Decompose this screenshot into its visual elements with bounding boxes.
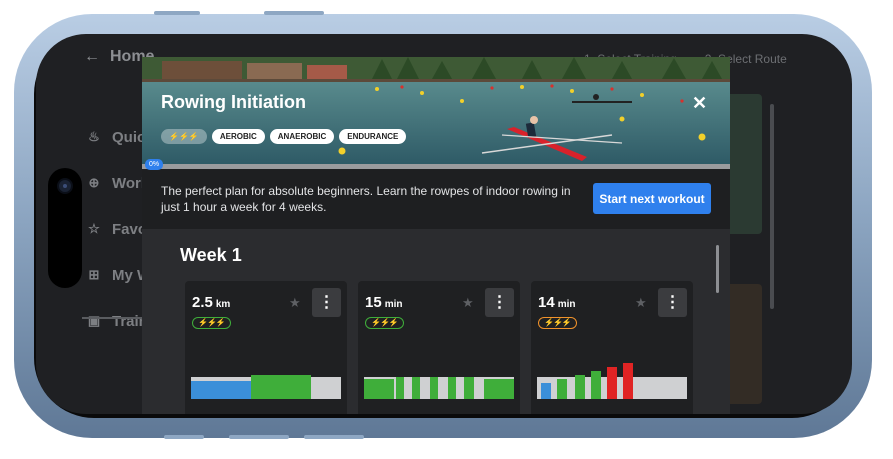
more-options-button[interactable]: ⋮: [658, 288, 687, 317]
intensity-badge: ⚡⚡⚡: [365, 317, 404, 329]
chart-segment: [591, 371, 601, 399]
chart-segment: [396, 377, 404, 399]
chart-segment: [607, 367, 617, 399]
workout-unit: km: [215, 299, 231, 310]
level-tag: ⚡⚡⚡: [161, 129, 207, 144]
more-options-button[interactable]: ⋮: [485, 288, 514, 317]
star-icon: ☆: [88, 221, 100, 236]
dynamic-island: [48, 168, 82, 288]
tag-anaerobic: ANAEROBIC: [269, 129, 335, 144]
workout-metric: 15 min: [365, 294, 402, 311]
workout-metric: 2.5 km: [192, 294, 230, 311]
background-scrollbar: [770, 104, 774, 309]
chart-segment: [623, 363, 633, 399]
tag-endurance: ENDURANCE: [339, 129, 407, 144]
intensity-badge: ⚡⚡⚡: [538, 317, 577, 329]
plan-modal: Rowing Initiation ✕ ⚡⚡⚡ AEROBIC ANAEROBI…: [142, 57, 730, 414]
background-card: [726, 284, 762, 404]
workout-profile-chart: [191, 375, 341, 399]
action-button: [264, 11, 324, 15]
plan-title: Rowing Initiation: [161, 92, 306, 112]
workout-value: 15: [365, 294, 382, 311]
scrollbar[interactable]: [716, 245, 719, 293]
favorite-star-icon[interactable]: ★: [635, 295, 647, 311]
workout-metric: 14 min: [538, 294, 575, 311]
back-arrow-icon[interactable]: ←: [84, 48, 100, 66]
chart-segment: [484, 379, 514, 399]
workout-profile-chart: [364, 377, 514, 399]
chart-segment: [575, 375, 585, 399]
plan-description: The perfect plan for absolute beginners.…: [161, 184, 571, 214]
side-button-2: [229, 435, 289, 439]
week-section: Week 1 2.5 km ⚡⚡⚡ ★ ⋮ 15 min ⚡⚡⚡ ★ ⋮ 14 …: [142, 229, 730, 414]
progress-percent-badge: 0%: [145, 159, 164, 170]
workout-value: 2.5: [192, 294, 213, 311]
chart-segment-warmup: [191, 381, 251, 399]
favorite-star-icon[interactable]: ★: [289, 295, 301, 311]
chart-segment: [541, 383, 551, 399]
flame-icon: ♨: [88, 129, 100, 144]
chart-segment: [412, 377, 420, 399]
start-next-workout-button[interactable]: Start next workout: [593, 183, 711, 214]
workout-unit: min: [384, 299, 403, 310]
chart-segment: [557, 379, 567, 399]
workout-profile-chart: [537, 363, 687, 399]
chart-segment-main: [251, 375, 311, 399]
tag-list: ⚡⚡⚡ AEROBIC ANAEROBIC ENDURANCE: [161, 129, 407, 144]
screen: ← Home 1. Select Training 2. Select Rout…: [36, 34, 852, 414]
workout-card[interactable]: 15 min ⚡⚡⚡ ★ ⋮: [358, 281, 520, 414]
side-button: [164, 435, 204, 439]
grid-icon: ⊞: [88, 267, 100, 282]
close-icon[interactable]: ✕: [692, 93, 707, 114]
chart-segment: [430, 377, 438, 399]
tag-aerobic: AEROBIC: [211, 129, 265, 144]
workout-value: 14: [538, 294, 555, 311]
camera-icon: [57, 178, 73, 194]
week-title: Week 1: [180, 245, 242, 265]
intensity-badge: ⚡⚡⚡: [192, 317, 231, 329]
calendar-icon: ▣: [87, 313, 101, 328]
dumbbell-icon: ⊕: [88, 175, 100, 190]
more-options-button[interactable]: ⋮: [312, 288, 341, 317]
chart-segment: [448, 377, 456, 399]
favorite-star-icon[interactable]: ★: [462, 295, 474, 311]
chart-segment: [464, 377, 474, 399]
chart-segment: [364, 379, 394, 399]
plan-progress-bar: [142, 164, 730, 169]
background-card: [726, 94, 762, 234]
side-button-3: [304, 435, 364, 439]
workout-card[interactable]: 14 min ⚡⚡⚡ ★ ⋮: [531, 281, 693, 414]
volume-button: [154, 11, 200, 15]
workout-card[interactable]: 2.5 km ⚡⚡⚡ ★ ⋮: [185, 281, 347, 414]
workout-unit: min: [557, 299, 576, 310]
